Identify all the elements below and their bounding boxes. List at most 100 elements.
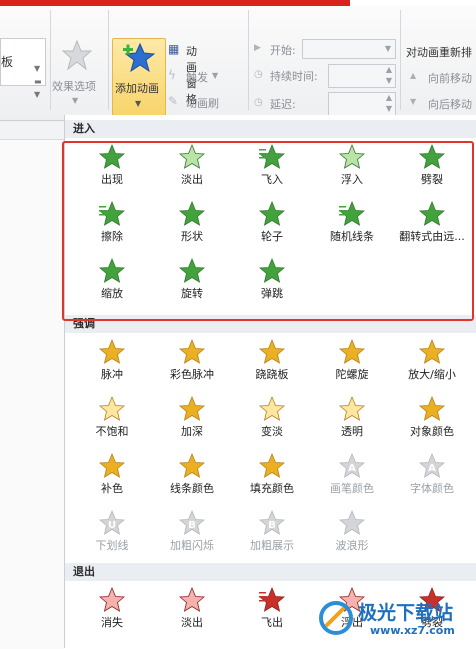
effect-label: 脉冲 [101,368,123,381]
paintbrush-icon: ✎ [168,94,179,108]
effect-fill-color-star[interactable]: 填充颜色 [233,450,311,504]
effect-options-button[interactable]: 效果选项 ▼ [52,8,102,105]
effect-label: 线条颜色 [170,482,214,495]
effect-label: 跷跷板 [255,368,289,381]
effect-label: 填充颜色 [250,482,294,495]
effect-label: 放大/缩小 [408,368,456,381]
stepper-down-icon: ▼ [385,76,392,85]
darken-star-icon [178,395,206,421]
transparency-star-icon [338,395,366,421]
chevron-down-icon: ▼ [212,71,219,80]
svg-text:B: B [188,520,196,531]
effect-options-label: 效果选项 [52,80,96,93]
effect-fly-out-star[interactable]: 飞出 [233,584,311,638]
desaturate-star-icon [98,395,126,421]
wave-star-icon [338,509,366,535]
effect-lighten-star[interactable]: 变淡 [233,393,311,447]
line-color-star-icon [178,452,206,478]
effect-line-color-star[interactable]: 线条颜色 [153,450,231,504]
disappear-star-icon [98,586,126,612]
lighten-star-icon [258,395,286,421]
move-earlier-button[interactable]: ▲ 向前移动 [410,70,476,86]
clock-icon: ◷ [254,69,263,80]
bold-reveal-icon: B [258,509,286,535]
effect-spin-star[interactable]: 陀螺旋 [313,336,391,390]
trigger-label: 触发 [186,71,208,84]
chevron-down-icon: ▼ [135,99,142,108]
effect-label: 下划线 [95,539,129,552]
effect-options-star-icon [62,40,92,70]
effect-disappear-star[interactable]: 消失 [73,584,151,638]
effect-desaturate-star[interactable]: 不饱和 [73,393,151,447]
highlight-box [62,141,474,321]
effect-label: 对象颜色 [410,425,454,438]
watermark-url: www.xz7.com [370,624,455,637]
animation-ribbon: 板 ▼ ▬ ▼ 效果选项 ▼ 添加动画 ▼ ▦ 动画窗格 ϟ 触发 ▼ ✎ 动画刷 … [0,6,476,121]
fill-color-star-icon [258,452,286,478]
effect-bold-reveal[interactable]: B 加粗展示 [233,507,311,561]
fly-out-star-icon [258,586,286,612]
effect-transparency-star[interactable]: 透明 [313,393,391,447]
document-ruler [0,121,64,139]
effect-darken-star[interactable]: 加深 [153,393,231,447]
effect-underline[interactable]: U 下划线 [73,507,151,561]
effect-color-pulse-star[interactable]: 彩色脉冲 [153,336,231,390]
play-icon: ▶ [254,43,261,53]
trigger-button[interactable]: ϟ 触发 ▼ [168,68,248,86]
grow-shrink-star-icon [418,338,446,364]
animation-pane-icon: ▦ [168,42,180,56]
duration-stepper[interactable]: ▲ ▼ [328,64,396,88]
add-animation-button[interactable]: 添加动画 ▼ [112,38,166,116]
effect-label: 字体颜色 [410,482,454,495]
font-color-icon: A [418,452,446,478]
color-pulse-star-icon [178,338,206,364]
effect-complementary-color-star[interactable]: 补色 [73,450,151,504]
teeter-star-icon [258,338,286,364]
effect-label: 补色 [101,482,123,495]
move-earlier-label: 向前移动 [428,72,472,85]
effect-label: 淡出 [181,616,203,629]
section-header-entrance: 进入 [65,120,476,138]
watermark-name: 极光下载站 [358,602,454,624]
effect-object-color-star[interactable]: 对象颜色 [393,393,471,447]
watermark: 极光下载站 www.xz7.com [318,592,476,648]
svg-text:B: B [268,520,276,531]
reorder-title: 对动画重新排 [406,46,472,59]
fade-out-star-icon [178,586,206,612]
effect-label: 变淡 [261,425,283,438]
effect-label: 消失 [101,616,123,629]
effect-bold-flash[interactable]: B 加粗闪烁 [153,507,231,561]
gallery-scroll[interactable]: ▼ ▬ ▼ [34,62,46,102]
underline-icon: U [98,509,126,535]
effect-label: 陀螺旋 [335,368,369,381]
effect-label: 加粗展示 [250,539,294,552]
slide-canvas[interactable] [0,139,64,649]
effect-teeter-star[interactable]: 跷跷板 [233,336,311,390]
effect-label: 彩色脉冲 [170,368,214,381]
start-label: 开始: [270,44,296,57]
effect-label: 飞出 [261,616,283,629]
complementary-color-star-icon [98,452,126,478]
effect-label: 加粗闪烁 [170,539,214,552]
stepper-down-icon: ▼ [385,104,392,113]
delay-label: 延迟: [270,98,296,111]
delay-stepper[interactable]: ▲ ▼ [328,92,396,116]
object-color-star-icon [418,395,446,421]
effect-font-color[interactable]: A 字体颜色 [393,450,471,504]
effect-label: 波浪形 [335,539,369,552]
effect-label: 透明 [341,425,363,438]
pulse-star-icon [98,338,126,364]
effect-label: 不饱和 [95,425,129,438]
stepper-up-icon: ▲ [385,93,392,102]
effect-wave-star[interactable]: 波浪形 [313,507,391,561]
move-later-label: 向后移动 [428,98,472,111]
brush-color-icon: A [338,452,366,478]
animation-painter-label: 动画刷 [186,97,219,110]
effect-pulse-star[interactable]: 脉冲 [73,336,151,390]
effect-brush-color[interactable]: A 画笔颜色 [313,450,391,504]
move-later-button[interactable]: ▼ 向后移动 [410,96,476,112]
start-select[interactable]: ▼ [302,39,396,59]
effect-grow-shrink-star[interactable]: 放大/缩小 [393,336,471,390]
effect-fade-out-star[interactable]: 淡出 [153,584,231,638]
preview-label: 板 [1,55,14,69]
